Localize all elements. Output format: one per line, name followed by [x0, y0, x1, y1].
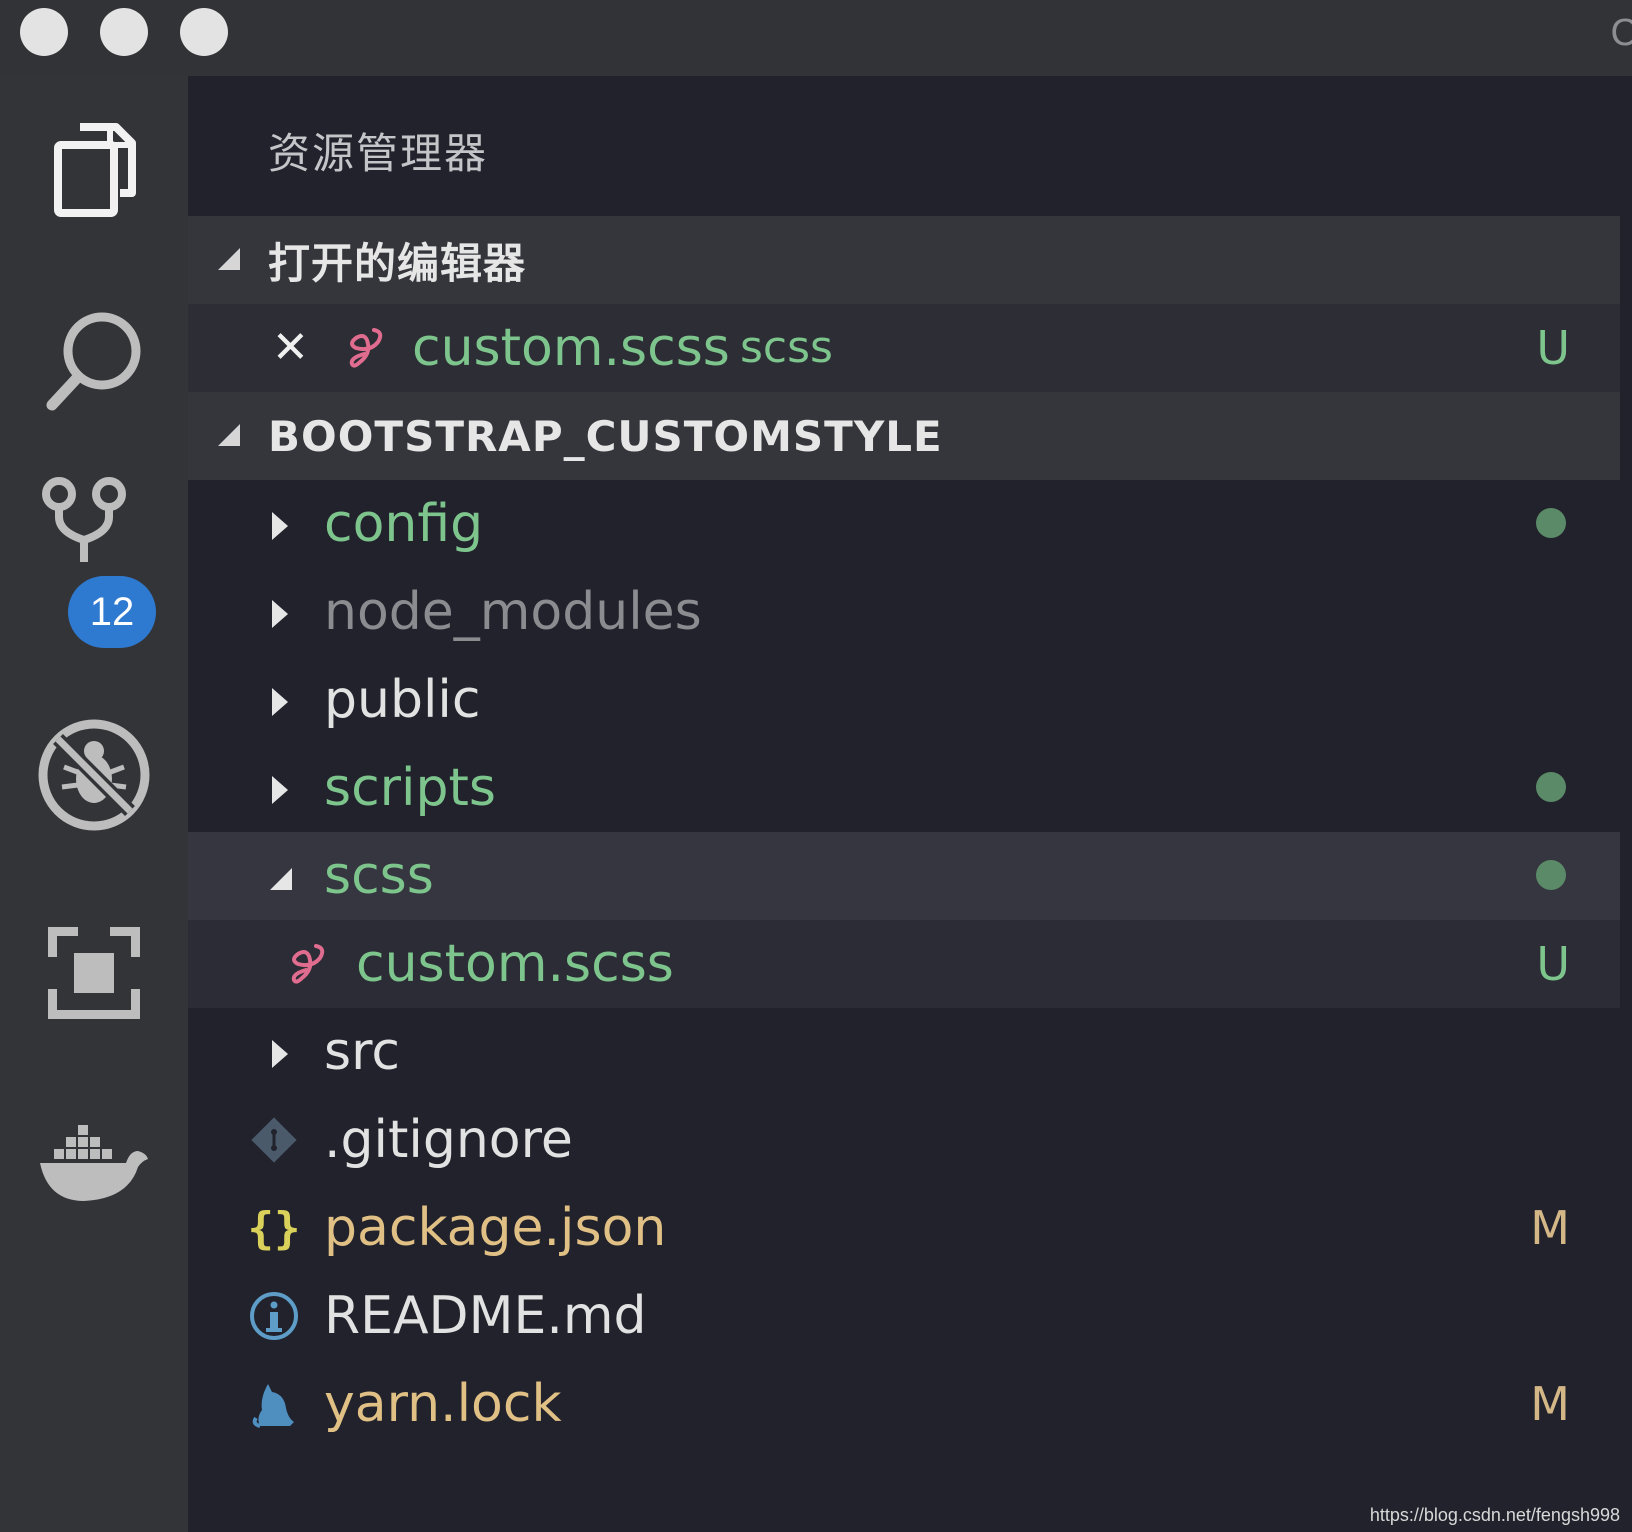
git-status-untracked: U — [1536, 321, 1570, 375]
explorer-sidebar: 资源管理器 打开的编辑器 ✕ custom.scss scss U BOOTST… — [188, 76, 1620, 1532]
sidebar-title: 资源管理器 — [268, 129, 489, 178]
folder-label: scripts — [324, 758, 496, 818]
tree-item-file[interactable]: README.md — [188, 1272, 1620, 1360]
search-icon — [42, 309, 146, 417]
title-bar: C — [0, 0, 1632, 76]
file-label: custom.scss — [356, 934, 674, 994]
sidebar-header: 资源管理器 — [188, 76, 1620, 216]
collapse-arrow-icon — [218, 248, 240, 270]
source-control-icon — [39, 472, 129, 566]
file-label: .gitignore — [324, 1110, 573, 1170]
activity-explorer[interactable] — [0, 96, 188, 246]
zoom-window-button[interactable] — [180, 8, 228, 56]
folder-label: scss — [324, 846, 434, 906]
tree-item-folder[interactable]: scripts — [188, 744, 1620, 832]
sass-icon — [336, 318, 396, 378]
git-modified-dot — [1536, 508, 1566, 538]
close-window-button[interactable] — [20, 8, 68, 56]
tree-item-folder-expanded[interactable]: scss — [188, 832, 1620, 920]
folder-label: src — [324, 1022, 400, 1082]
source-control-badge: 12 — [68, 576, 156, 648]
watermark: https://blog.csdn.net/fengsh998 — [1369, 1505, 1620, 1525]
activity-docker[interactable] — [0, 1090, 188, 1240]
docker-icon — [38, 1121, 150, 1209]
open-editor-item[interactable]: ✕ custom.scss scss U — [188, 304, 1620, 392]
debug-disabled-icon — [36, 717, 152, 837]
git-modified-dot — [1536, 772, 1566, 802]
git-icon — [244, 1110, 304, 1170]
open-editor-filename: custom.scss — [412, 318, 730, 378]
activity-bar: 12 — [0, 76, 188, 1532]
chevron-down-icon — [270, 868, 292, 890]
tree-item-file[interactable]: custom.scss U — [188, 920, 1620, 1008]
activity-debug[interactable] — [0, 702, 188, 852]
activity-search[interactable] — [0, 288, 188, 438]
git-status-modified: M — [1530, 1377, 1570, 1431]
folder-label: public — [324, 670, 481, 730]
chevron-right-icon — [272, 776, 288, 804]
tree-item-folder[interactable]: src — [188, 1008, 1620, 1096]
project-label: BOOTSTRAP_CUSTOMSTYLE — [268, 411, 943, 461]
chevron-right-icon — [272, 600, 288, 628]
minimize-window-button[interactable] — [100, 8, 148, 56]
extensions-icon — [47, 926, 141, 1023]
json-braces-icon: {} — [247, 1202, 301, 1254]
chevron-right-icon — [272, 512, 288, 540]
yarn-cat-icon — [244, 1374, 304, 1434]
activity-extensions[interactable] — [0, 900, 188, 1050]
tree-item-folder[interactable]: public — [188, 656, 1620, 744]
chevron-right-icon — [272, 688, 288, 716]
collapse-arrow-icon — [218, 424, 240, 446]
tree-item-file[interactable]: yarn.lock M — [188, 1360, 1620, 1448]
file-label: README.md — [324, 1286, 647, 1346]
git-status-modified: M — [1530, 1201, 1570, 1255]
chevron-right-icon — [272, 1040, 288, 1068]
window-title: C — [1610, 12, 1632, 54]
files-icon — [50, 119, 138, 223]
info-icon — [244, 1286, 304, 1346]
tree-item-file[interactable]: {} package.json M — [188, 1184, 1620, 1272]
folder-label: config — [324, 494, 484, 554]
project-section-header[interactable]: BOOTSTRAP_CUSTOMSTYLE — [188, 392, 1620, 480]
open-editors-label: 打开的编辑器 — [268, 238, 527, 288]
open-editors-section-header[interactable]: 打开的编辑器 — [188, 216, 1620, 304]
git-modified-dot — [1536, 860, 1566, 890]
sass-icon — [278, 934, 338, 994]
folder-label: node_modules — [324, 582, 702, 642]
close-icon[interactable]: ✕ — [272, 326, 309, 370]
tree-item-folder[interactable]: node_modules — [188, 568, 1620, 656]
open-editor-description: scss — [740, 322, 833, 373]
tree-item-file[interactable]: .gitignore — [188, 1096, 1620, 1184]
file-label: package.json — [324, 1198, 667, 1258]
file-label: yarn.lock — [324, 1374, 562, 1434]
git-status-untracked: U — [1536, 937, 1570, 991]
tree-item-folder[interactable]: config — [188, 480, 1620, 568]
